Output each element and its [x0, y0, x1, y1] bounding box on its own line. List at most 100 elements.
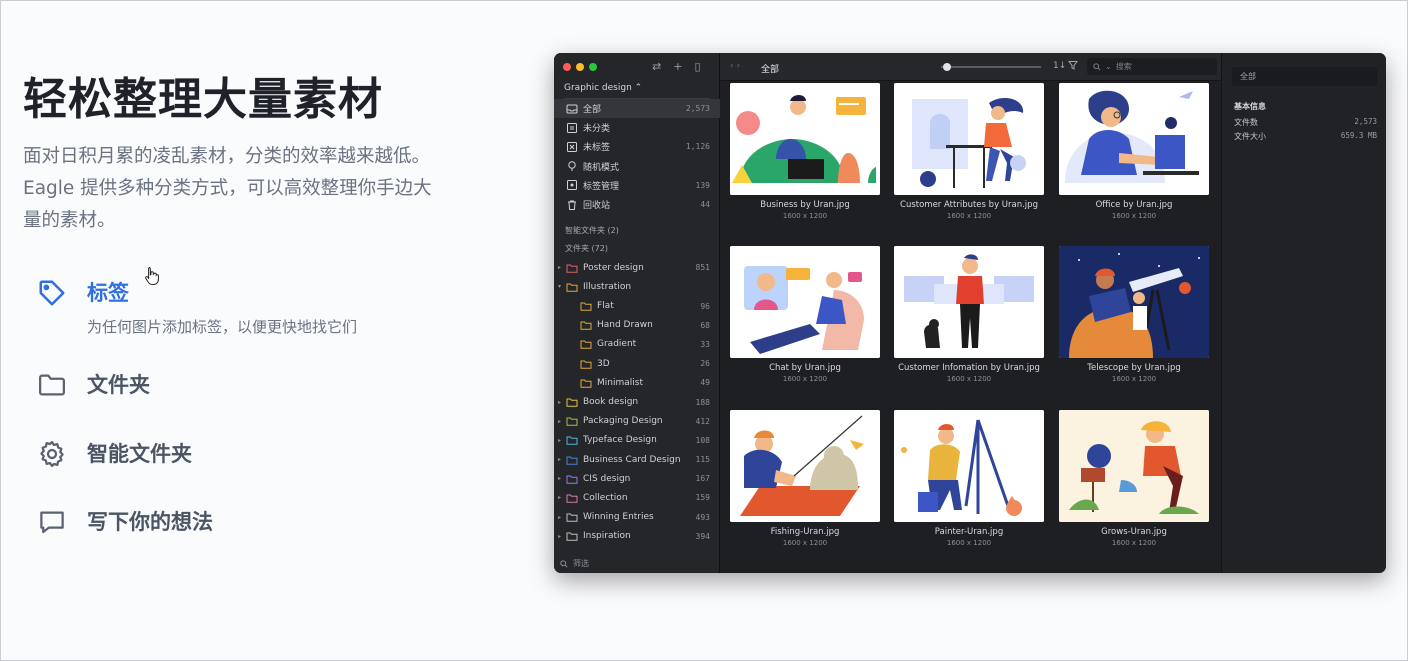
chevron-right-icon[interactable]: ▸	[558, 533, 561, 540]
sort-button[interactable]: 1↓	[1053, 61, 1066, 71]
search-icon	[1093, 62, 1101, 71]
sync-icon[interactable]: ⇄	[652, 60, 661, 73]
sidebar-item-all[interactable]: 全部 2,573	[554, 99, 720, 119]
sidebar-item-untagged[interactable]: 未标签 1,126	[554, 137, 720, 156]
sidebar-toggle-icon[interactable]: ▯	[694, 60, 700, 73]
asset-dimensions: 1600 x 1200	[782, 539, 828, 547]
window-controls	[563, 63, 597, 71]
folder-list: ▸ Poster design 851 ▾ Illustration Flat 96 Hand…	[554, 258, 720, 546]
asset-thumbnail[interactable]	[730, 246, 880, 358]
feature-tags[interactable]: 标签 为任何图片添加标签，以便更快地找它们	[37, 278, 357, 337]
sidebar-folder-item[interactable]: Flat 96	[554, 297, 720, 316]
sidebar-item-uncategorized[interactable]: 未分类	[554, 118, 720, 137]
inbox-icon	[566, 104, 578, 114]
sidebar-folder-item[interactable]: ▸ Collection 159	[554, 488, 720, 507]
asset-dimensions: 1600 x 1200	[946, 375, 992, 383]
chevron-right-icon[interactable]: ▸	[558, 418, 561, 425]
asset-name: Fishing-Uran.jpg	[770, 527, 840, 537]
sidebar-folder-item[interactable]: Minimalist 49	[554, 373, 720, 392]
sidebar-folder-item[interactable]: ▸ Poster design 851	[554, 258, 720, 277]
asset-card[interactable]: Business by Uran.jpg 1600 x 1200	[730, 83, 880, 220]
zoom-window-button[interactable]	[589, 63, 597, 71]
asset-card[interactable]: Customer Attributes by Uran.jpg 1600 x 1…	[894, 83, 1044, 220]
sidebar-item-label: 未标签	[583, 143, 611, 154]
smart-folders-header[interactable]: 智能文件夹 (2)	[554, 222, 720, 240]
feature-label: 文件夹	[87, 373, 150, 397]
sidebar-folder-item[interactable]: ▸ Winning Entries 493	[554, 508, 720, 527]
asset-thumbnail[interactable]	[894, 410, 1044, 522]
inspector-value: 659.3 MB	[1340, 131, 1377, 140]
inspector-title-field[interactable]: 全部	[1232, 67, 1377, 86]
asset-dimensions: 1600 x 1200	[1111, 375, 1157, 383]
chevron-right-icon[interactable]: ▸	[558, 494, 561, 501]
asset-card[interactable]: Fishing-Uran.jpg 1600 x 1200	[730, 410, 880, 547]
feature-label: 标签	[87, 281, 129, 305]
sidebar-folder-item[interactable]: ▸ Business Card Design 115	[554, 450, 720, 469]
chevron-right-icon[interactable]: ▸	[558, 264, 561, 271]
sidebar-folder-item[interactable]: ▸ CIS design 167	[554, 469, 720, 488]
inspector-row-file-count: 文件数 2,573	[1234, 117, 1377, 128]
folders-header[interactable]: 文件夹 (72)	[554, 240, 720, 258]
search-placeholder: 搜索	[1115, 62, 1132, 71]
asset-card[interactable]: Chat by Uran.jpg 1600 x 1200	[730, 246, 880, 383]
sidebar-folder-item[interactable]: ▸ Packaging Design 412	[554, 412, 720, 431]
chevron-right-icon[interactable]: ▸	[558, 514, 561, 521]
chevron-right-icon[interactable]: ▸	[558, 437, 561, 444]
sidebar-folder-item[interactable]: 3D 26	[554, 354, 720, 373]
thumbnail-size-slider[interactable]	[941, 63, 1041, 71]
asset-thumbnail[interactable]	[1059, 83, 1209, 195]
folder-count: 115	[695, 455, 710, 465]
business-illustration	[730, 83, 880, 195]
sidebar-folder-item[interactable]: ▸ Inspiration 394	[554, 527, 720, 546]
inspector-value: 2,573	[1354, 117, 1377, 126]
feature-folders[interactable]: 文件夹	[37, 370, 150, 400]
asset-card[interactable]: Telescope by Uran.jpg 1600 x 1200	[1059, 246, 1209, 383]
folder-icon	[566, 398, 578, 407]
chevron-right-icon[interactable]: ▸	[558, 399, 561, 406]
library-selector[interactable]: Graphic design ⌃	[564, 83, 642, 93]
nav-arrows-icon[interactable]: ‹ ›	[730, 61, 740, 71]
sidebar-item-tag-manager[interactable]: 标签管理 139	[554, 176, 720, 195]
slider-knob[interactable]	[943, 63, 951, 71]
folder-icon	[566, 436, 578, 446]
feature-smart-folders[interactable]: 智能文件夹	[37, 439, 192, 469]
sidebar-folder-item[interactable]: Hand Drawn 68	[554, 316, 720, 335]
folder-count: 167	[695, 474, 710, 484]
sidebar-folder-item[interactable]: ▸ Book design 188	[554, 392, 720, 411]
sidebar-folder-item[interactable]: Gradient 33	[554, 335, 720, 354]
folder-label: Book design	[583, 397, 639, 408]
sidebar-item-random[interactable]: 随机模式	[554, 157, 720, 176]
asset-thumbnail[interactable]	[1059, 410, 1209, 522]
asset-thumbnail[interactable]	[894, 246, 1044, 358]
sidebar-filter[interactable]: 筛选	[560, 558, 589, 569]
sidebar-item-trash[interactable]: 回收站 44	[554, 195, 720, 214]
add-icon[interactable]: +	[673, 60, 682, 73]
sidebar-item-count: 1,126	[685, 142, 710, 152]
chevron-right-icon[interactable]: ▸	[558, 475, 561, 482]
asset-thumbnail[interactable]	[730, 83, 880, 195]
minimize-window-button[interactable]	[576, 63, 584, 71]
asset-card[interactable]: Office by Uran.jpg 1600 x 1200	[1059, 83, 1209, 220]
filter-icon[interactable]	[1068, 60, 1078, 70]
asset-card[interactable]: Painter-Uran.jpg 1600 x 1200	[894, 410, 1044, 547]
asset-card[interactable]: Grows-Uran.jpg 1600 x 1200	[1059, 410, 1209, 547]
asset-name: Telescope by Uran.jpg	[1087, 363, 1181, 373]
folder-label: CIS design	[583, 473, 631, 484]
customer-attributes-illustration	[894, 83, 1044, 195]
sidebar-item-label: 随机模式	[583, 162, 620, 173]
sidebar-item-label: 回收站	[583, 201, 611, 212]
search-dropdown-icon[interactable]: ⌄	[1105, 62, 1112, 71]
asset-thumbnail[interactable]	[1059, 246, 1209, 358]
chevron-down-icon[interactable]: ▾	[558, 283, 561, 290]
asset-thumbnail[interactable]	[730, 410, 880, 522]
close-window-button[interactable]	[563, 63, 571, 71]
folder-icon	[566, 532, 578, 542]
sidebar-folder-item[interactable]: ▸ Typeface Design 108	[554, 431, 720, 450]
asset-card[interactable]: Customer Infomation by Uran.jpg 1600 x 1…	[894, 246, 1044, 383]
tag-icon	[39, 280, 65, 306]
asset-thumbnail[interactable]	[894, 83, 1044, 195]
feature-notes[interactable]: 写下你的想法	[37, 507, 213, 537]
chevron-right-icon[interactable]: ▸	[558, 456, 561, 463]
sidebar-folder-item[interactable]: ▾ Illustration	[554, 277, 720, 296]
search-input[interactable]: ⌄ 搜索	[1087, 58, 1217, 75]
